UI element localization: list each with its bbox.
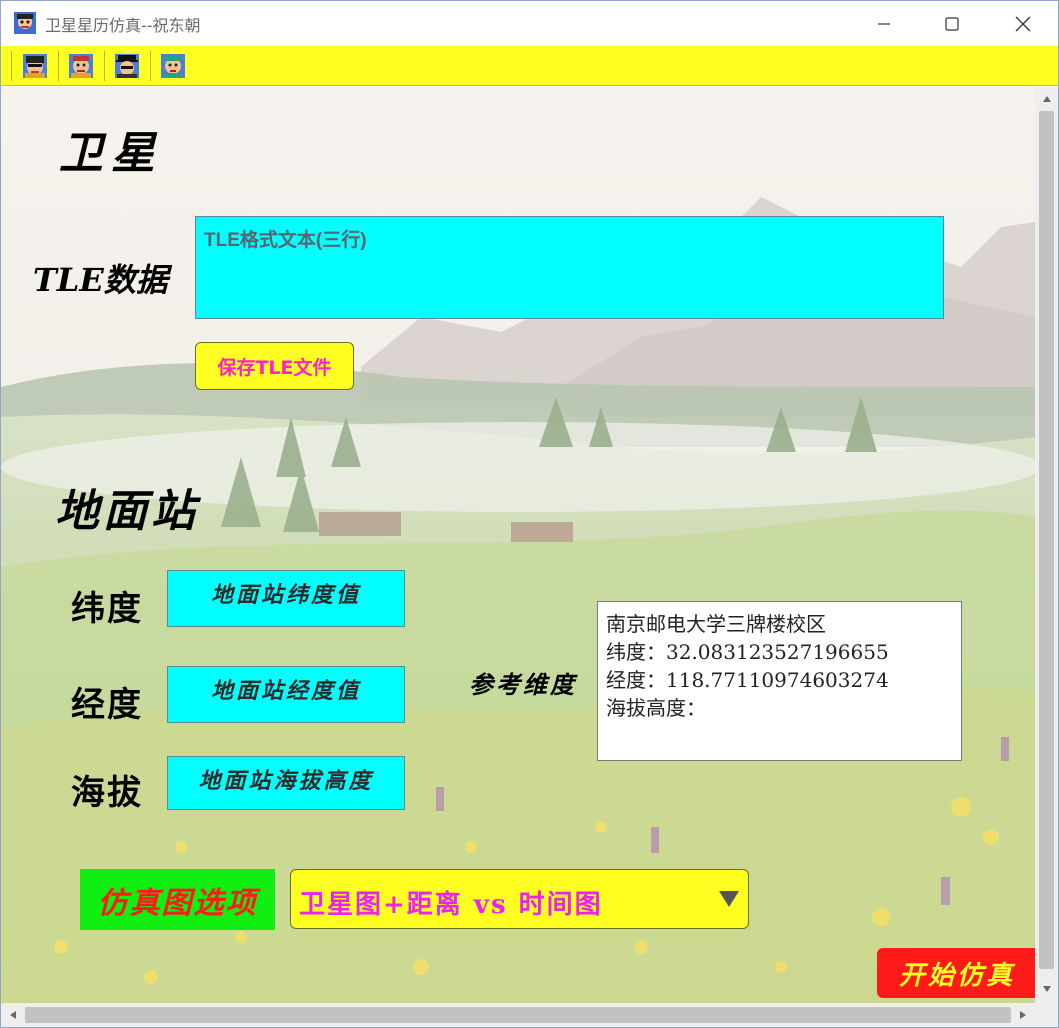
maximize-button[interactable] (917, 1, 987, 46)
toolbar-separator (104, 51, 105, 81)
cartoon-avatar-icon-3 (115, 54, 139, 78)
tle-input[interactable]: TLE格式文本(三行) (195, 216, 944, 319)
longitude-label: 经度 (71, 685, 143, 725)
horizontal-scrollbar[interactable] (1, 1003, 1035, 1027)
toolbar-separator (58, 51, 59, 81)
dropdown-arrow-icon (719, 891, 739, 907)
scrollbar-corner (1035, 1003, 1058, 1027)
scroll-right-arrow-icon[interactable] (1013, 1005, 1033, 1025)
main-panel: 卫星 TLE数据 TLE格式文本(三行) 保存TLE文件 地面站 纬度 地面站纬… (1, 87, 1035, 1003)
tle-placeholder: TLE格式文本(三行) (204, 230, 367, 251)
reference-line: 经度：118.77110974603274 (606, 668, 889, 692)
dropdown-selected-value: 卫星图+距离 vs 时间图 (299, 890, 603, 920)
latitude-label: 纬度 (71, 589, 143, 629)
toolbar-button-3[interactable] (113, 52, 141, 80)
cartoon-avatar-icon-2 (69, 54, 93, 78)
cartoon-avatar-icon-1 (23, 54, 47, 78)
latitude-placeholder: 地面站纬度值 (210, 582, 361, 608)
altitude-label: 海拔 (71, 773, 143, 813)
longitude-placeholder: 地面站经度值 (210, 678, 361, 704)
close-icon (1015, 16, 1031, 31)
reference-line: 海拔高度： (606, 696, 706, 720)
reference-label: 参考维度 (469, 670, 577, 699)
scroll-down-arrow-icon[interactable] (1037, 979, 1057, 999)
reference-line: 纬度：32.083123527196655 (606, 640, 889, 664)
sim-options-label: 仿真图选项 (80, 869, 275, 930)
toolbar-separator (11, 51, 12, 81)
toolbar-button-2[interactable] (67, 52, 95, 80)
vertical-scrollbar[interactable] (1035, 87, 1058, 1003)
title-bar[interactable]: 卫星星历仿真--祝东朝 (1, 1, 1058, 46)
reference-line: 南京邮电大学三牌楼校区 (606, 612, 826, 636)
horizontal-scroll-thumb[interactable] (25, 1007, 1011, 1023)
maximize-icon (945, 16, 959, 31)
window-title: 卫星星历仿真--祝东朝 (45, 16, 201, 35)
cartoon-avatar-icon-4 (161, 54, 185, 78)
scroll-left-arrow-icon[interactable] (3, 1005, 23, 1025)
toolbar-button-1[interactable] (21, 52, 49, 80)
app-icon (13, 11, 37, 35)
scroll-up-arrow-icon[interactable] (1037, 89, 1057, 109)
close-button[interactable] (988, 1, 1058, 46)
latitude-input[interactable]: 地面站纬度值 (167, 570, 405, 627)
minimize-button[interactable] (849, 1, 919, 46)
vertical-scroll-thumb[interactable] (1039, 111, 1054, 969)
altitude-input[interactable]: 地面站海拔高度 (167, 756, 405, 810)
app-window: 卫星星历仿真--祝东朝 卫星 TLE数据 TLE格式文本(三行) 保存TLE文件… (0, 0, 1059, 1028)
longitude-input[interactable]: 地面站经度值 (167, 666, 405, 723)
reference-textbox[interactable]: 南京邮电大学三牌楼校区 纬度：32.083123527196655 经度：118… (597, 601, 962, 761)
ground-station-heading: 地面站 (55, 486, 199, 537)
toolbar-separator (150, 51, 151, 81)
toolbar (1, 46, 1058, 86)
minimize-icon (878, 22, 890, 25)
satellite-heading: 卫星 (59, 128, 163, 179)
save-tle-button[interactable]: 保存TLE文件 (195, 342, 354, 390)
toolbar-button-4[interactable] (159, 52, 187, 80)
tle-label: TLE数据 (33, 261, 168, 299)
altitude-placeholder: 地面站海拔高度 (198, 768, 374, 794)
sim-options-dropdown[interactable]: 卫星图+距离 vs 时间图 (290, 869, 749, 929)
start-simulation-button[interactable]: 开始仿真 (877, 948, 1035, 998)
